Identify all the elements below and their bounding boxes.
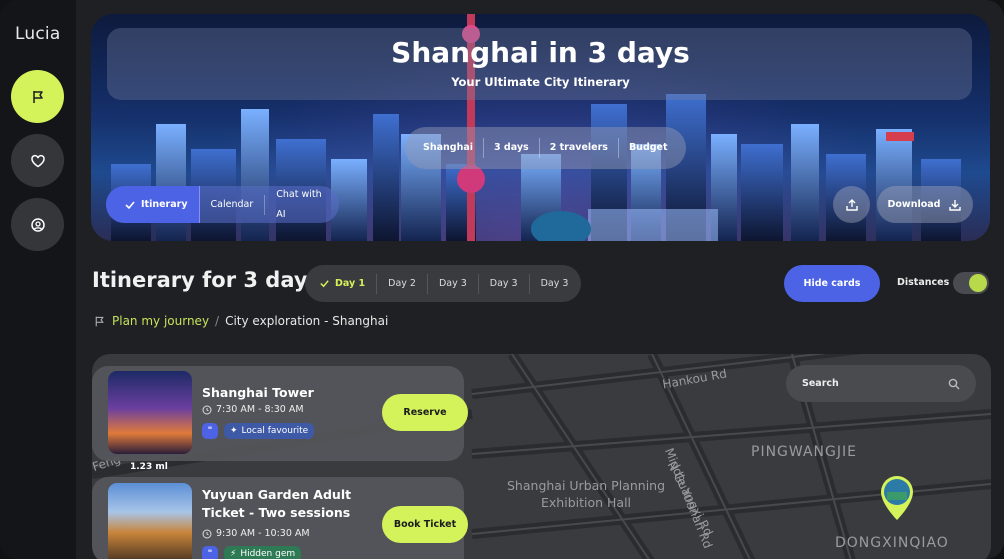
app-window: Lucia Shanghai in 3 days Your Ultimate C… (0, 0, 1004, 559)
page-subtitle: Your Ultimate City Itinerary (451, 75, 630, 89)
card-thumbnail (108, 371, 192, 454)
clock-icon (202, 529, 212, 538)
tab-calendar[interactable]: Calendar (200, 194, 266, 215)
map-search-placeholder: Search (802, 378, 839, 389)
main-content: Shanghai in 3 days Your Ultimate City It… (76, 0, 1004, 559)
breadcrumb: Plan my journey / City exploration - Sha… (93, 314, 388, 328)
heart-icon (30, 154, 45, 167)
distances-label: Distances (897, 277, 950, 288)
trip-tags: Shanghai 3 days 2 travelers Budget (405, 127, 686, 169)
download-button[interactable]: Download (877, 186, 973, 223)
badge-text: Local favourite (241, 426, 309, 436)
card-time-text: 7:30 AM - 8:30 AM (216, 404, 304, 415)
badge-hidden-gem: ⚡ Hidden gem (224, 546, 302, 559)
map-label-pingwangjie: PINGWANGJIE (751, 444, 857, 460)
bolt-icon: ⚡ (230, 549, 237, 559)
sparkle-icon: ✦ (230, 426, 238, 436)
view-tabs: Itinerary Calendar Chat with AI (106, 186, 339, 223)
nav-itinerary-button[interactable] (11, 70, 64, 123)
tab-chat-ai[interactable]: Chat with AI (265, 189, 339, 220)
card-title-line1: Yuyuan Garden Adult (202, 487, 352, 502)
tab-day-2[interactable]: Day 2 (377, 273, 428, 294)
page-title: Shanghai in 3 days (391, 36, 690, 69)
tab-day-3b[interactable]: Day 3 (479, 273, 530, 294)
tab-itinerary[interactable]: Itinerary (106, 186, 200, 223)
map-label-exhibition: Exhibition Hall (541, 495, 632, 510)
reserve-button[interactable]: Reserve (382, 394, 468, 431)
card-title-line2: Ticket - Two sessions (202, 505, 351, 520)
card-badges: " ✦ Local favourite (202, 423, 315, 439)
nav-profile-button[interactable] (11, 198, 64, 251)
breadcrumb-current: City exploration - Shanghai (225, 314, 389, 328)
clock-icon (202, 405, 212, 414)
hero-banner: Shanghai in 3 days Your Ultimate City It… (91, 14, 990, 241)
tab-day-1-label: Day 1 (335, 277, 366, 289)
day-tabs: Day 1 Day 2 Day 3 Day 3 Day 3 (305, 265, 582, 302)
app-logo: Lucia (15, 24, 61, 44)
map-view[interactable]: Hankou Rd PINGWANGJIE N Guangxi Rd Middl… (92, 354, 991, 559)
card-time: 7:30 AM - 8:30 AM (202, 404, 304, 415)
card-thumbnail (108, 483, 192, 559)
check-icon (125, 200, 135, 209)
tag-duration[interactable]: 3 days (484, 138, 540, 158)
map-search-input[interactable]: Search (786, 365, 976, 402)
map-label-dongxinqiao: DONGXINQIAO (835, 535, 949, 551)
badge-text: Hidden gem (240, 549, 296, 559)
distances-toggle[interactable] (953, 272, 989, 294)
flag-icon (32, 90, 43, 103)
tab-day-3[interactable]: Day 3 (428, 273, 479, 294)
badge-local-favourite: ✦ Local favourite (224, 423, 315, 439)
flag-icon (95, 316, 104, 326)
tab-itinerary-label: Itinerary (141, 198, 188, 210)
sidebar: Lucia (0, 0, 76, 559)
card-distance: 1.23 ml (130, 462, 168, 472)
quote-icon[interactable]: " (202, 423, 218, 439)
toggle-knob (969, 274, 987, 292)
book-ticket-button[interactable]: Book Ticket (382, 506, 468, 543)
breadcrumb-separator: / (215, 314, 220, 328)
tag-city[interactable]: Shanghai (413, 138, 485, 158)
download-label: Download (887, 199, 941, 210)
share-button[interactable] (833, 186, 870, 223)
check-icon (320, 280, 329, 288)
card-time-text: 9:30 AM - 10:30 AM (216, 528, 310, 539)
share-icon (845, 198, 858, 211)
map-label-planning: Shanghai Urban Planning (507, 478, 666, 493)
tab-day-1[interactable]: Day 1 (307, 273, 378, 294)
hide-cards-button[interactable]: Hide cards (784, 265, 880, 302)
map-location-pin[interactable] (877, 474, 917, 522)
nav-favorites-button[interactable] (11, 134, 64, 187)
card-badges: " ⚡ Hidden gem (202, 546, 302, 559)
card-title: Shanghai Tower (202, 385, 314, 400)
itinerary-card[interactable]: Yuyuan Garden Adult Ticket - Two session… (92, 477, 468, 559)
tag-budget[interactable]: Budget (619, 138, 678, 158)
user-circle-icon (30, 217, 45, 232)
breadcrumb-link[interactable]: Plan my journey (112, 314, 209, 328)
tag-travelers[interactable]: 2 travelers (540, 138, 619, 158)
search-icon (948, 378, 960, 389)
card-time: 9:30 AM - 10:30 AM (202, 528, 310, 539)
itinerary-card[interactable]: Shanghai Tower 7:30 AM - 8:30 AM " ✦ Loc… (92, 366, 468, 461)
itinerary-title: Itinerary for 3 days (92, 268, 321, 292)
download-icon (949, 199, 962, 211)
tab-day-3c[interactable]: Day 3 (530, 274, 580, 294)
quote-icon[interactable]: " (202, 546, 218, 559)
